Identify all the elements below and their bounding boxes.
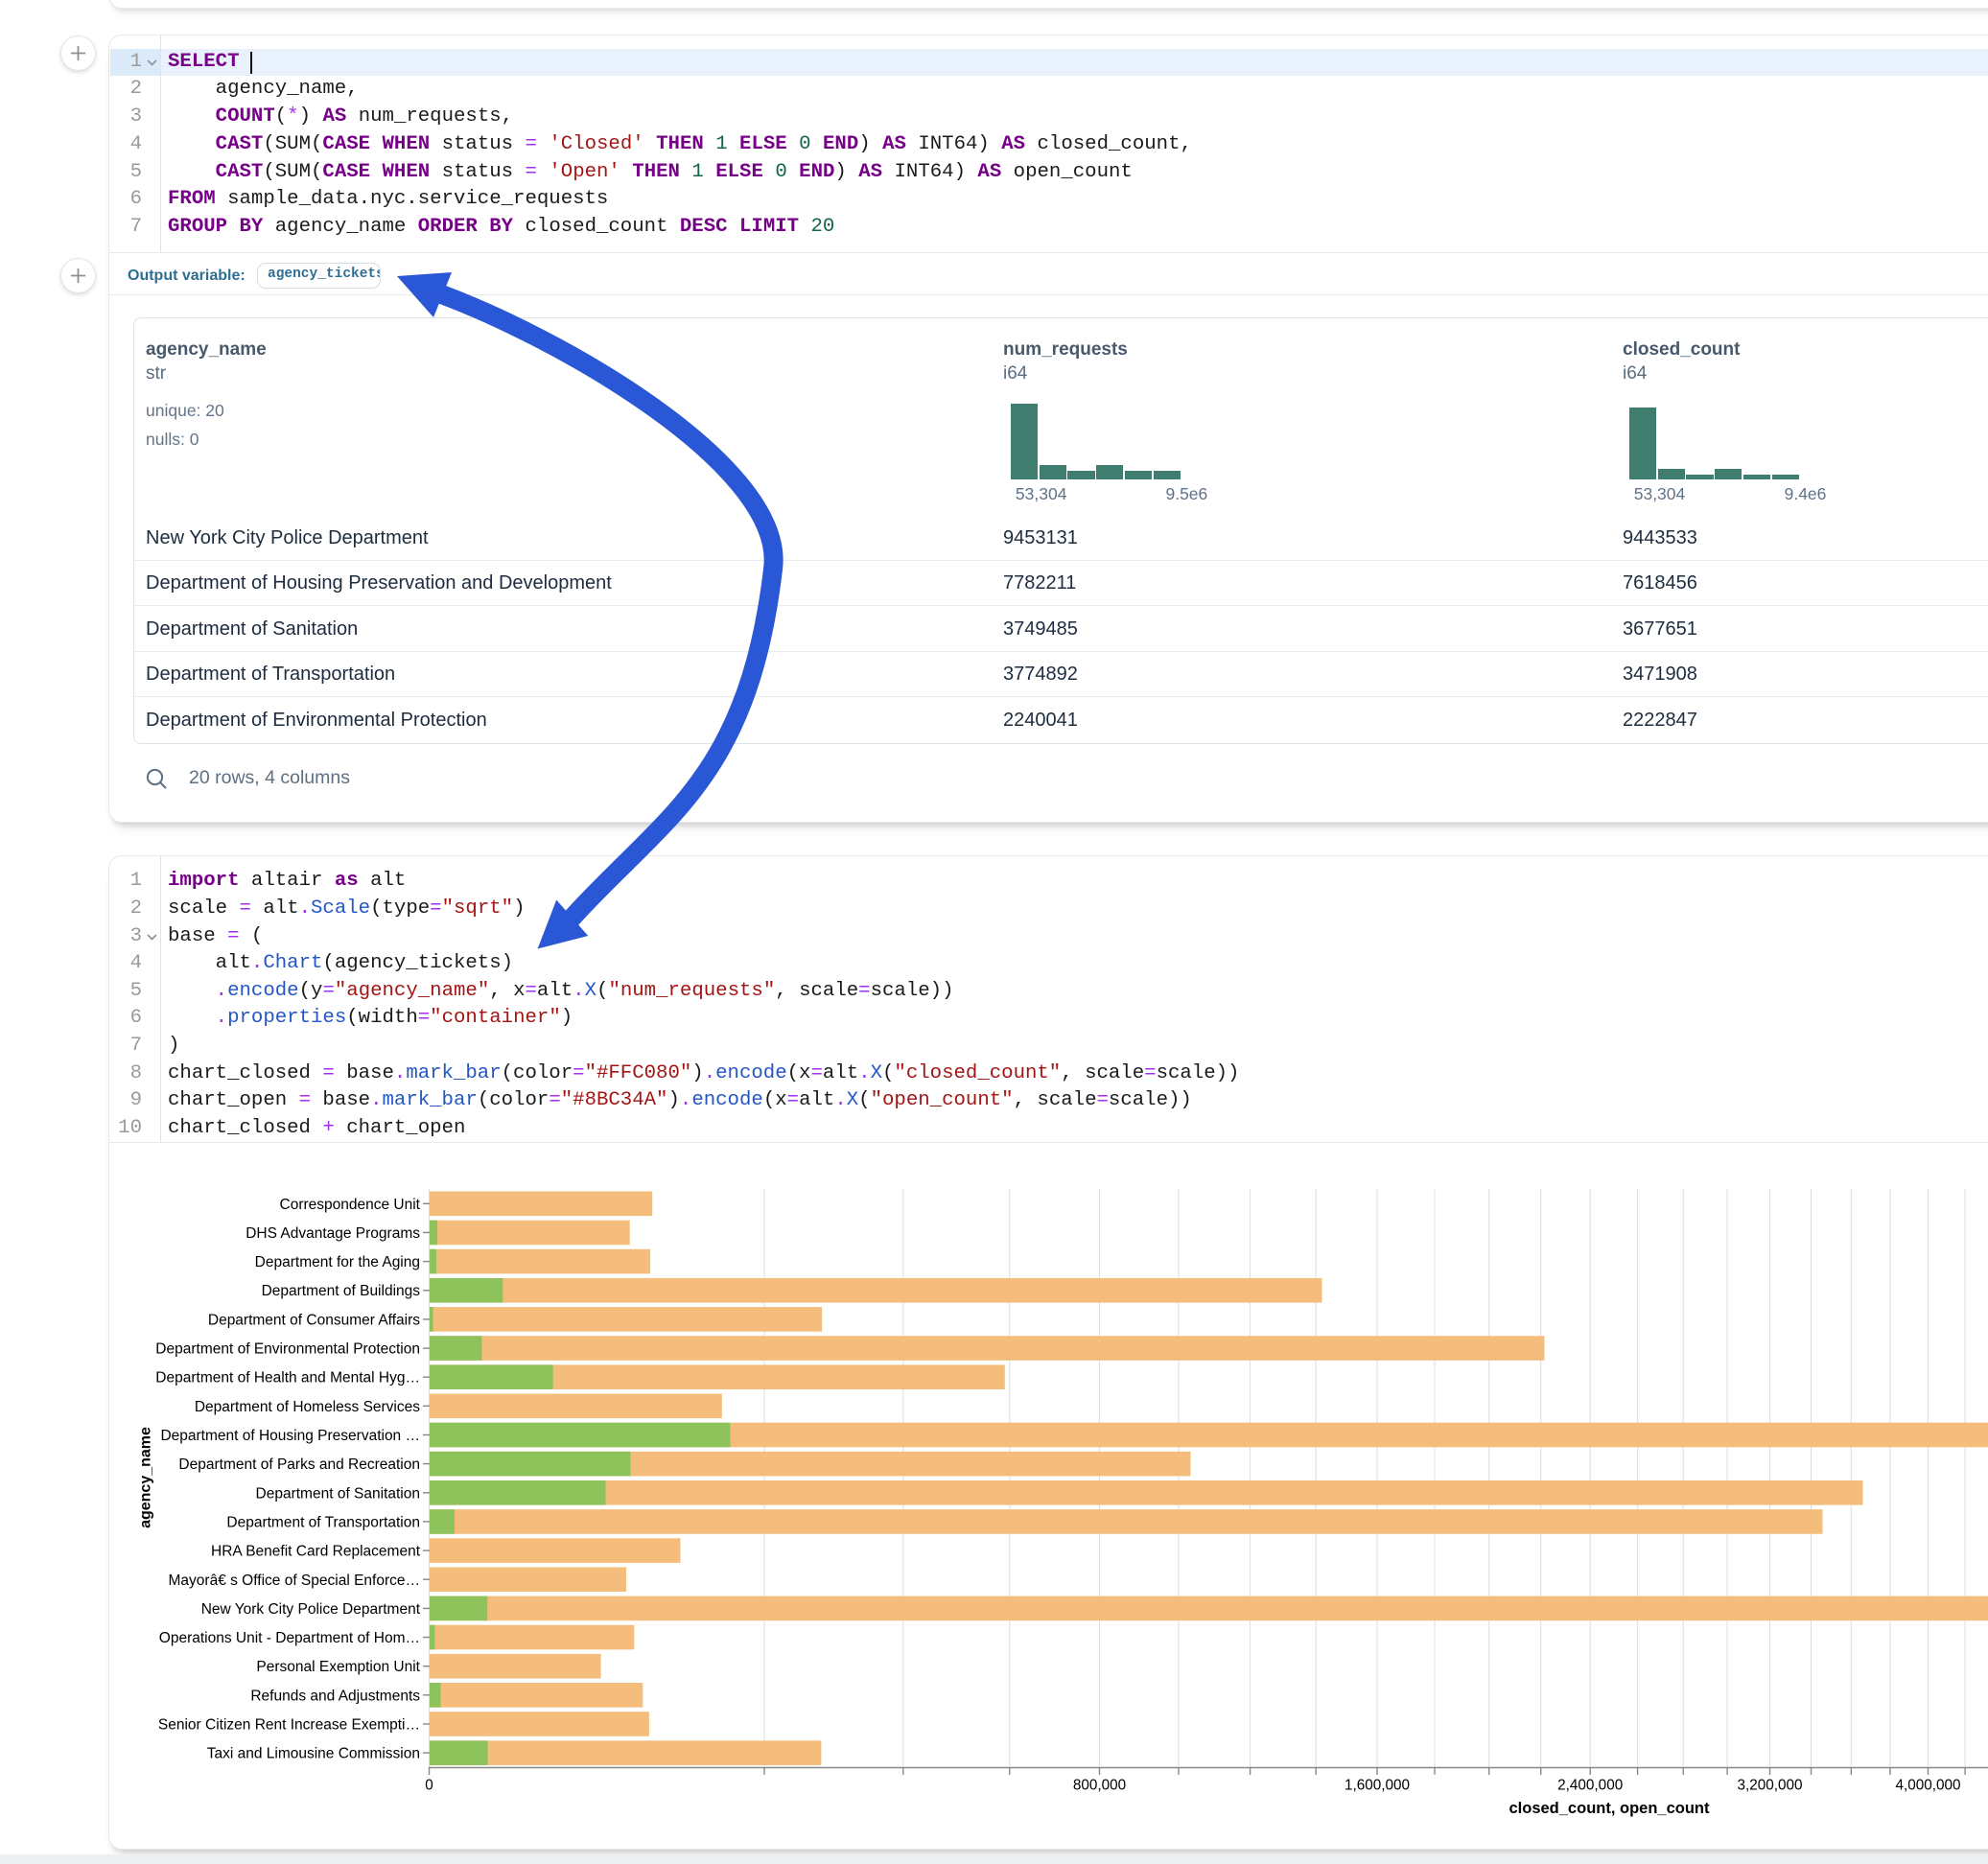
svg-text:Department of Sanitation: Department of Sanitation [256,1485,420,1502]
svg-text:Department of Housing Preserva: Department of Housing Preservation … [160,1428,420,1444]
svg-text:Mayorâ€ s Office of Special En: Mayorâ€ s Office of Special Enforce… [169,1573,420,1589]
svg-text:New York City Police Departmen: New York City Police Department [201,1601,421,1618]
svg-text:3,200,000: 3,200,000 [1737,1778,1802,1794]
svg-text:Department of Health and Menta: Department of Health and Mental Hyg… [155,1370,420,1386]
svg-text:agency_name: agency_name [138,1427,154,1528]
svg-text:Correspondence Unit: Correspondence Unit [280,1197,421,1213]
svg-text:Department of Environmental Pr: Department of Environmental Protection [155,1341,420,1358]
svg-text:Department for the Aging: Department for the Aging [255,1254,420,1270]
svg-text:Refunds and Adjustments: Refunds and Adjustments [250,1688,420,1704]
svg-text:2,400,000: 2,400,000 [1557,1778,1623,1794]
svg-text:Senior Citizen Rent Increase E: Senior Citizen Rent Increase Exempti… [158,1717,420,1734]
svg-text:Personal Exemption Unit: Personal Exemption Unit [256,1659,420,1675]
svg-text:closed_count, open_count: closed_count, open_count [1509,1800,1710,1817]
svg-text:Department of Consumer Affairs: Department of Consumer Affairs [208,1312,420,1328]
svg-text:800,000: 800,000 [1073,1778,1126,1794]
svg-text:Department of Homeless Service: Department of Homeless Services [195,1399,420,1415]
svg-text:Department of Buildings: Department of Buildings [262,1283,421,1299]
svg-text:4,000,000: 4,000,000 [1895,1778,1960,1794]
svg-text:Department of Transportation: Department of Transportation [226,1514,420,1530]
svg-text:1,600,000: 1,600,000 [1345,1778,1410,1794]
svg-text:Department of Parks and Recrea: Department of Parks and Recreation [178,1456,420,1473]
svg-text:HRA Benefit Card Replacement: HRA Benefit Card Replacement [211,1544,421,1560]
svg-text:DHS Advantage Programs: DHS Advantage Programs [246,1225,420,1242]
svg-text:Taxi and Limousine Commission: Taxi and Limousine Commission [207,1746,420,1762]
svg-text:Operations Unit - Department o: Operations Unit - Department of Hom… [159,1630,420,1646]
svg-text:0: 0 [425,1778,433,1794]
